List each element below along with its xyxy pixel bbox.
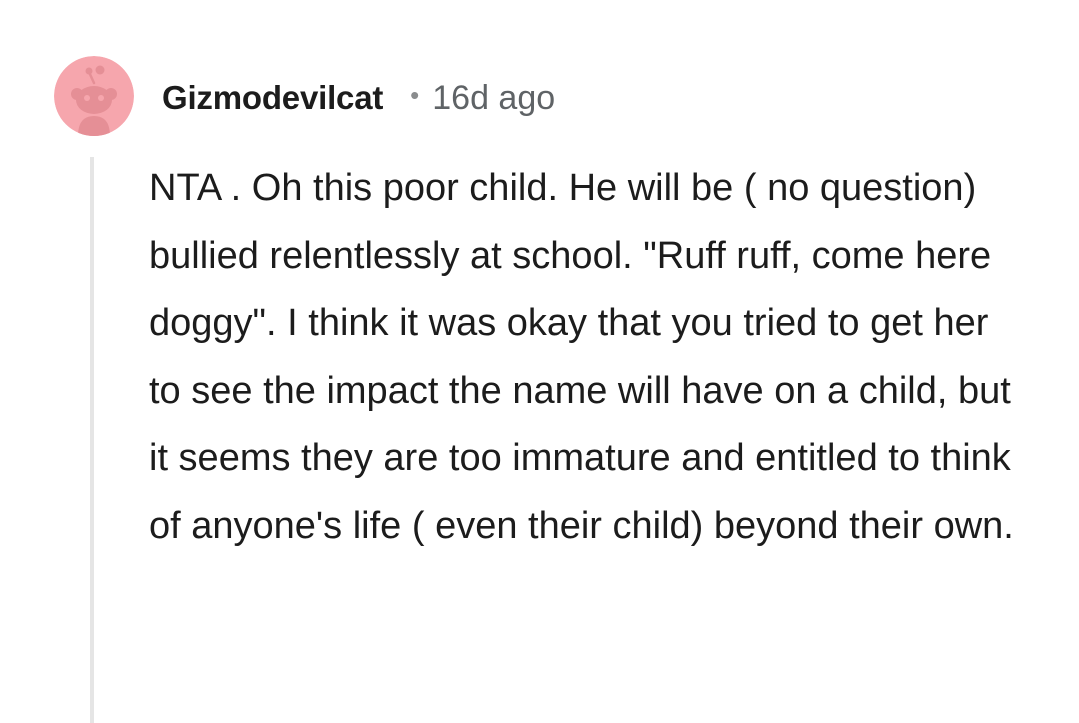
avatar[interactable] bbox=[54, 56, 134, 136]
comment-author[interactable]: Gizmodevilcat bbox=[162, 79, 383, 117]
thread-collapse-line[interactable] bbox=[90, 157, 94, 723]
comment-timestamp: 16d ago bbox=[432, 78, 556, 117]
reddit-snoo-avatar-icon bbox=[54, 56, 134, 136]
comment-body: NTA . Oh this poor child. He will be ( n… bbox=[149, 167, 1014, 547]
comment-header: Gizmodevilcat • 16d ago bbox=[162, 74, 555, 122]
meta-separator: • bbox=[410, 79, 420, 110]
